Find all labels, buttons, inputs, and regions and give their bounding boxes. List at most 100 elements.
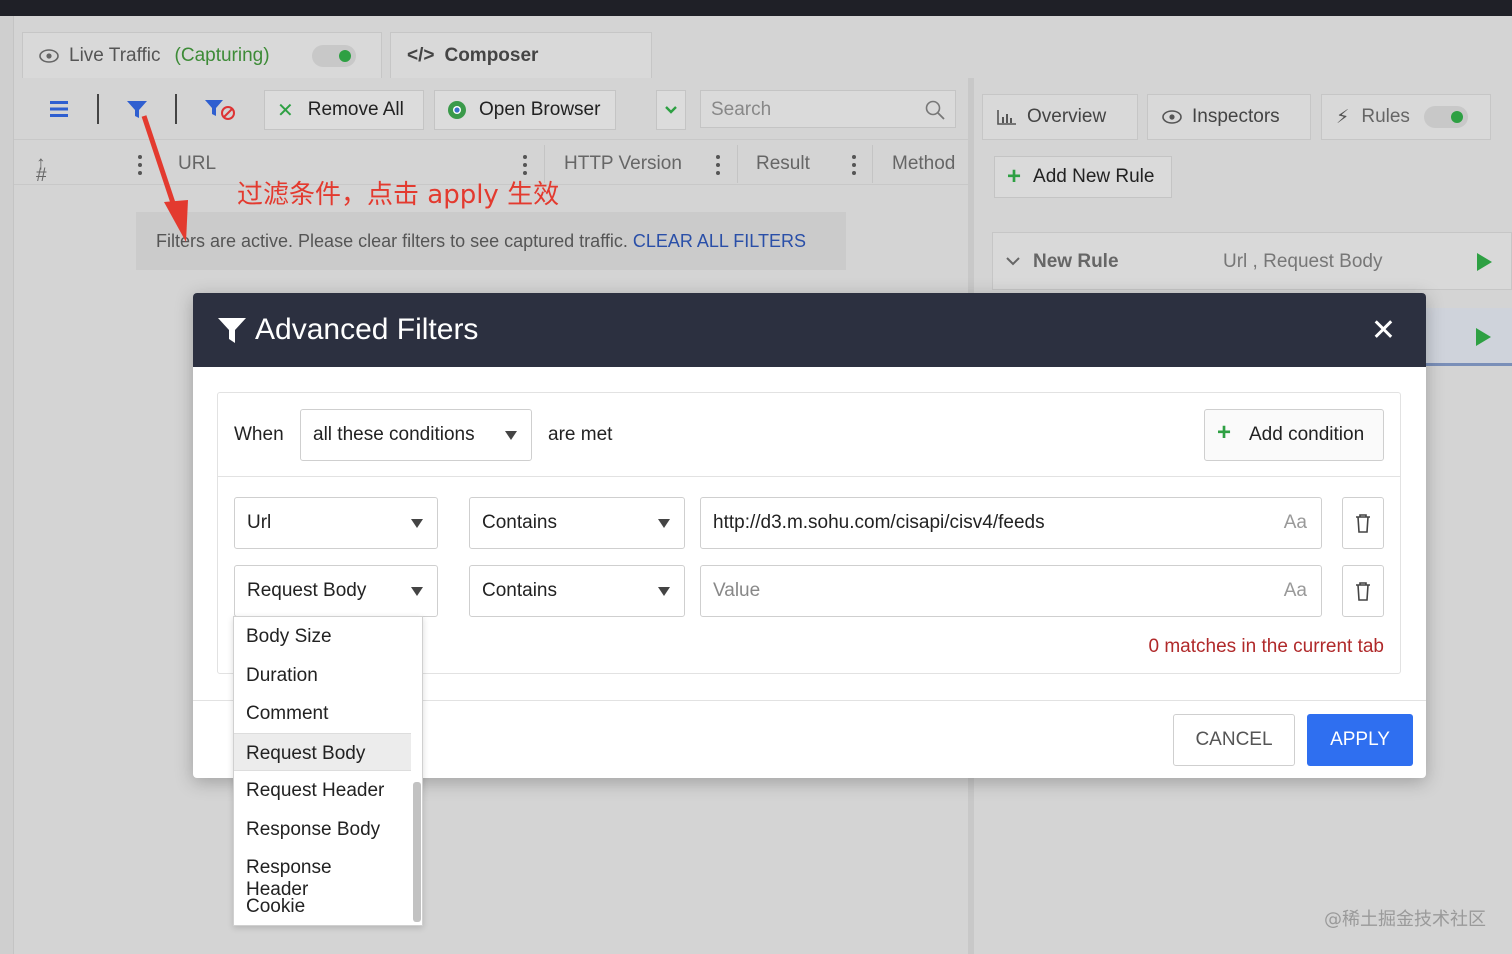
tab-overview-label: Overview: [1027, 106, 1107, 127]
condition-operator-select[interactable]: Contains: [469, 565, 685, 617]
bolt-icon: ⚡: [1336, 106, 1350, 128]
match-mode-select[interactable]: all these conditions: [300, 409, 532, 461]
tab-composer[interactable]: </> Composer: [390, 32, 652, 78]
match-mode-value: all these conditions: [313, 424, 475, 445]
dropdown-item-response-body[interactable]: Response Body: [234, 810, 411, 849]
condition-value-text: http://d3.m.sohu.com/cisapi/cisv4/feeds: [713, 512, 1045, 533]
caret-down-icon: [505, 431, 517, 440]
tab-inspectors[interactable]: Inspectors: [1147, 94, 1311, 140]
condition-field-value: Request Body: [247, 580, 367, 601]
cancel-button[interactable]: CANCEL: [1173, 714, 1295, 766]
capture-toggle[interactable]: [311, 44, 356, 67]
clear-all-filters-link[interactable]: CLEAR ALL FILTERS: [633, 231, 806, 251]
trash-icon: [1356, 514, 1370, 533]
matches-count: 0 matches in the current tab: [1148, 636, 1384, 657]
column-result[interactable]: Result: [756, 153, 810, 175]
rule-summary: Url , Request Body: [1223, 251, 1383, 272]
dropdown-item-response-header[interactable]: Response Header: [234, 848, 411, 900]
add-new-rule-button[interactable]: + Add New Rule: [994, 156, 1172, 198]
add-condition-label: Add condition: [1249, 424, 1365, 445]
browser-dropdown-button[interactable]: [656, 90, 686, 130]
left-edge-panel: [0, 16, 14, 954]
condition-operator-value: Contains: [482, 580, 557, 601]
browser-icon: [448, 101, 466, 119]
capturing-status: (Capturing): [174, 44, 270, 66]
search-placeholder: Search: [711, 99, 772, 120]
window-top-bar: [0, 0, 1512, 16]
when-label: When: [234, 424, 284, 445]
search-icon: [925, 100, 945, 120]
dropdown-item-request-header[interactable]: Request Header: [234, 771, 411, 810]
trash-icon: [1356, 582, 1370, 601]
caret-down-icon: [411, 519, 423, 528]
search-input[interactable]: Search: [700, 90, 956, 128]
condition-value-input[interactable]: http://d3.m.sohu.com/cisapi/cisv4/feeds …: [700, 497, 1322, 549]
condition-field-select[interactable]: Url: [234, 497, 438, 549]
add-condition-button[interactable]: + Add condition: [1204, 409, 1384, 461]
rules-toggle[interactable]: [1423, 106, 1468, 128]
dropdown-item-duration[interactable]: Duration: [234, 656, 411, 695]
dropdown-scrollbar[interactable]: [413, 782, 421, 922]
condition-operator-value: Contains: [482, 512, 557, 533]
delete-condition-button[interactable]: [1342, 497, 1384, 549]
tab-overview[interactable]: Overview: [982, 94, 1138, 140]
condition-operator-select[interactable]: Contains: [469, 497, 685, 549]
modal-title: Advanced Filters: [255, 313, 479, 346]
caret-down-icon: [658, 587, 670, 596]
code-icon: </>: [407, 44, 435, 66]
column-menu-icon[interactable]: [852, 155, 856, 175]
eye-icon: [39, 48, 59, 63]
remove-all-label: Remove All: [307, 99, 404, 120]
watermark: @稀土掘金技术社区: [1324, 909, 1486, 930]
caret-down-icon: [411, 587, 423, 596]
condition-value-placeholder: Value: [713, 580, 761, 601]
are-met-label: are met: [548, 424, 613, 445]
tab-live-traffic-label: Live Traffic: [69, 44, 161, 66]
delete-condition-button[interactable]: [1342, 565, 1384, 617]
column-menu-icon[interactable]: [716, 155, 720, 175]
column-menu-icon[interactable]: [523, 155, 527, 175]
case-sensitive-toggle[interactable]: Aa: [1284, 512, 1307, 534]
play-icon[interactable]: [1477, 253, 1492, 271]
column-number-label: #: [36, 165, 47, 186]
menu-icon[interactable]: [50, 100, 70, 118]
field-dropdown-menu: Body Size Duration Comment Request Body …: [233, 616, 423, 926]
rule-row-selected[interactable]: [1426, 308, 1512, 366]
toolbar-divider: [97, 94, 99, 124]
condition-field-select[interactable]: Request Body: [234, 565, 438, 617]
plus-icon: +: [1007, 163, 1022, 190]
close-icon: ✕: [277, 99, 294, 122]
chevron-down-icon[interactable]: [1005, 256, 1021, 266]
dropdown-item-body-size[interactable]: Body Size: [234, 617, 411, 656]
close-icon[interactable]: ✕: [1371, 313, 1396, 348]
chart-icon: [997, 110, 1016, 125]
play-icon[interactable]: [1476, 328, 1491, 346]
filters-active-text: Filters are active. Please clear filters…: [156, 231, 628, 251]
column-method[interactable]: Method: [892, 153, 955, 175]
eye-icon: [1162, 110, 1182, 124]
caret-down-icon: [658, 519, 670, 528]
column-number[interactable]: # ↑: [36, 153, 47, 186]
filter-icon: [218, 318, 246, 343]
rule-name: New Rule: [1033, 251, 1119, 272]
tab-composer-label: Composer: [444, 44, 539, 66]
dropdown-item-comment[interactable]: Comment: [234, 694, 411, 733]
remove-all-button[interactable]: ✕ Remove All: [264, 90, 424, 130]
tab-inspectors-label: Inspectors: [1192, 106, 1280, 127]
column-http-version[interactable]: HTTP Version: [564, 153, 682, 175]
column-divider: [737, 145, 738, 183]
condition-value-input[interactable]: Value Aa: [700, 565, 1322, 617]
open-browser-button[interactable]: Open Browser: [434, 90, 616, 130]
filters-active-notice: Filters are active. Please clear filters…: [136, 212, 846, 270]
rule-row[interactable]: New Rule Url , Request Body: [992, 232, 1512, 290]
dropdown-item-request-body[interactable]: Request Body: [234, 732, 411, 771]
apply-button[interactable]: APPLY: [1307, 714, 1413, 766]
chevron-down-icon: [665, 106, 677, 114]
case-sensitive-toggle[interactable]: Aa: [1284, 580, 1307, 602]
tab-rules[interactable]: ⚡ Rules: [1321, 94, 1491, 140]
tab-live-traffic[interactable]: Live Traffic (Capturing): [22, 32, 382, 78]
open-browser-label: Open Browser: [479, 99, 601, 120]
add-new-rule-label: Add New Rule: [1033, 166, 1155, 187]
plus-icon: +: [1217, 419, 1232, 446]
tab-rules-label: Rules: [1361, 106, 1410, 127]
